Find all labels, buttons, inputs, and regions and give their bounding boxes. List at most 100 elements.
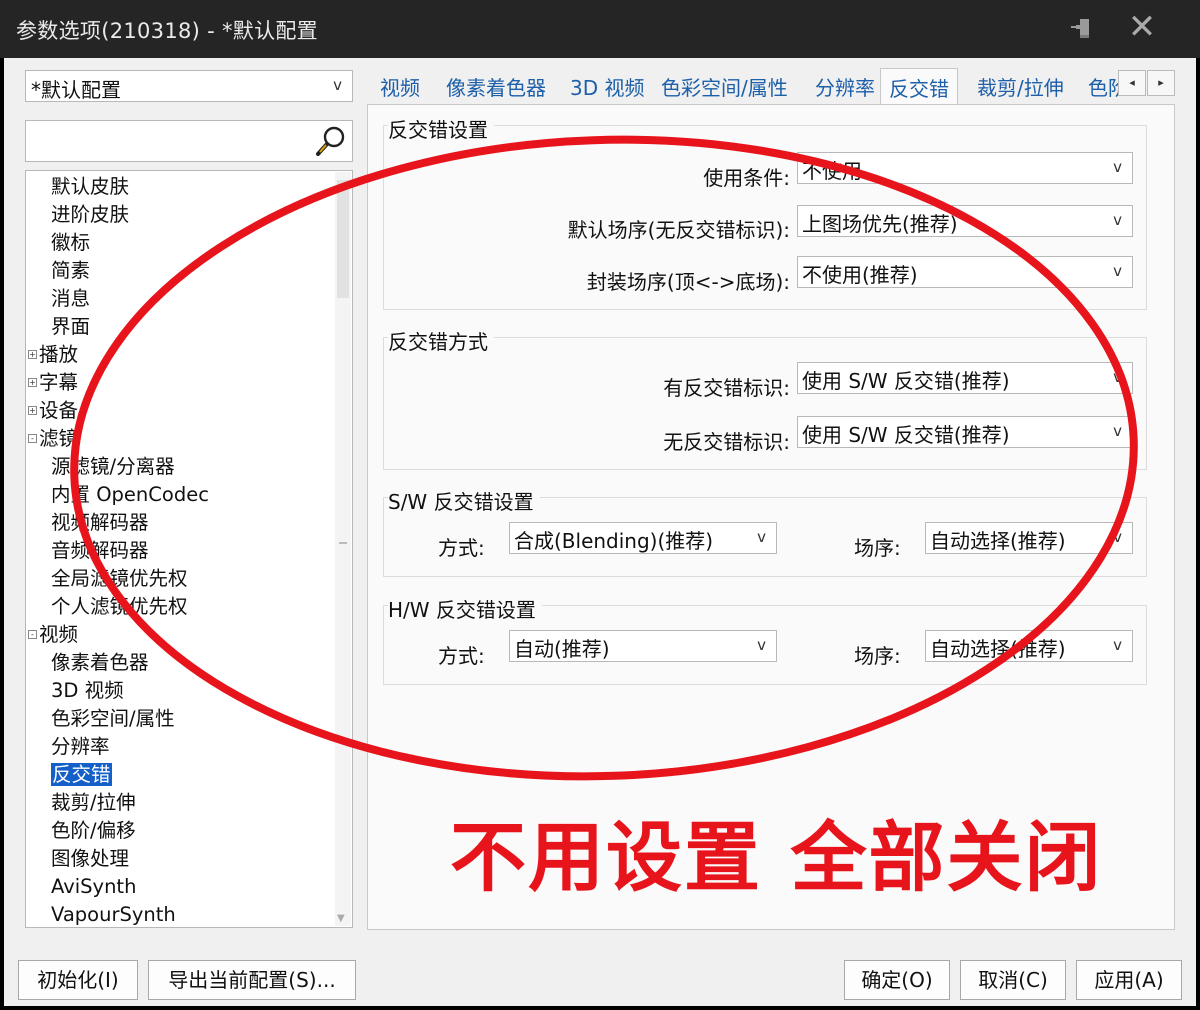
ok-button[interactable]: 确定(O)	[844, 960, 950, 1000]
tree-item[interactable]: 像素着色器	[51, 649, 149, 677]
tree-item-label: 反交错	[51, 763, 112, 786]
scrollbar-grip	[339, 542, 347, 544]
chevron-down-icon: v	[1113, 368, 1122, 386]
tree-item-label: 全局滤镜优先权	[51, 567, 188, 590]
tree-item-label: 裁剪/拉伸	[51, 791, 136, 814]
search-icon[interactable]	[314, 124, 348, 158]
use-condition-label: 使用条件:	[703, 166, 790, 190]
group-title: S/W 反交错设置	[388, 486, 540, 515]
tree-item[interactable]: + 播放	[28, 341, 78, 369]
collapse-icon[interactable]: -	[28, 630, 37, 639]
tree-item[interactable]: 进阶皮肤	[51, 201, 129, 229]
expand-icon[interactable]: +	[28, 406, 37, 415]
tree-item[interactable]: 音频解码器	[51, 537, 149, 565]
tree-item-label: 简素	[51, 259, 91, 282]
tab-7[interactable]: 色阶/偏移	[1088, 72, 1118, 101]
tree-item[interactable]: 消息	[51, 285, 90, 313]
tree-scrollbar[interactable]: ▼	[335, 172, 351, 926]
tree-item-label: 个人滤镜优先权	[51, 595, 188, 618]
use-condition-select[interactable]: 不使用 v	[797, 152, 1133, 184]
tree-item[interactable]: 图像处理	[51, 845, 129, 873]
tab-3[interactable]: 色彩空间/属性	[661, 72, 788, 101]
tree-item[interactable]: 界面	[51, 313, 90, 341]
tree-item-label: 色彩空间/属性	[51, 707, 175, 730]
tree-item-label: 3D 视频	[51, 679, 124, 702]
tree-item[interactable]: + 字幕	[28, 369, 78, 397]
tree-item-label: 消息	[51, 287, 91, 310]
chevron-down-icon: v	[1113, 211, 1122, 229]
scrollbar-thumb[interactable]	[337, 180, 349, 298]
chevron-down-icon: v	[333, 76, 342, 94]
close-icon[interactable]: ✕	[1126, 10, 1158, 44]
init-button[interactable]: 初始化(I)	[18, 960, 138, 1000]
deint-settings-group: 反交错设置 使用条件: 不使用 v 默认场序(无反交错标识): 上图场优先(推荐…	[383, 114, 1147, 310]
tab-2[interactable]: 3D 视频	[570, 72, 644, 101]
tab-4[interactable]: 分辨率	[815, 72, 875, 101]
without-flag-select[interactable]: 使用 S/W 反交错(推荐) v	[797, 416, 1133, 448]
default-field-label: 默认场序(无反交错标识):	[567, 218, 790, 242]
tree-item[interactable]: 3D 视频	[51, 677, 124, 705]
profile-select[interactable]: *默认配置 v	[25, 70, 353, 102]
tree-item[interactable]: - 滤镜	[28, 425, 78, 453]
tab-1[interactable]: 像素着色器	[446, 72, 546, 101]
apply-button[interactable]: 应用(A)	[1076, 960, 1182, 1000]
tree-item[interactable]: 视频解码器	[51, 509, 149, 537]
encode-field-select[interactable]: 不使用(推荐) v	[797, 256, 1133, 288]
with-flag-select[interactable]: 使用 S/W 反交错(推荐) v	[797, 362, 1133, 394]
select-value: 上图场优先(推荐)	[802, 212, 958, 236]
tab-scroll-left-icon[interactable]: ◂	[1118, 70, 1146, 96]
tree-item-label: AviSynth	[51, 875, 137, 898]
tree-item[interactable]: 默认皮肤	[51, 173, 129, 201]
hw-field-label: 场序:	[854, 644, 901, 668]
tree-item[interactable]: AviSynth	[51, 873, 136, 901]
chevron-down-icon: v	[1113, 636, 1122, 654]
sw-method-label: 方式:	[438, 536, 485, 560]
tree-item[interactable]: 内置 OpenCodec	[51, 481, 209, 509]
tree-item[interactable]: - 视频	[28, 621, 78, 649]
select-value: 使用 S/W 反交错(推荐)	[802, 423, 1010, 447]
tree-item-label: 源滤镜/分离器	[51, 455, 175, 478]
annotation-text: 不用设置 全部关闭	[450, 813, 1103, 902]
tab-5[interactable]: 反交错	[880, 68, 958, 104]
hw-field-select[interactable]: 自动选择(推荐) v	[925, 630, 1133, 662]
tree-item[interactable]: VapourSynth	[51, 901, 176, 927]
tree-item[interactable]: 分辨率	[51, 733, 110, 761]
tree-item[interactable]: + 设备	[28, 397, 78, 425]
collapse-icon[interactable]: -	[28, 434, 37, 443]
tree-item[interactable]: 全局滤镜优先权	[51, 565, 188, 593]
sw-method-select[interactable]: 合成(Blending)(推荐) v	[509, 522, 777, 554]
tree-item[interactable]: 简素	[51, 257, 90, 285]
tree-item[interactable]: 裁剪/拉伸	[51, 789, 136, 817]
tree-item-label: 色阶/偏移	[51, 819, 136, 842]
scroll-down-icon[interactable]: ▼	[337, 913, 345, 924]
tab-6[interactable]: 裁剪/拉伸	[977, 72, 1064, 101]
export-button[interactable]: 导出当前配置(S)...	[148, 960, 356, 1000]
cancel-button[interactable]: 取消(C)	[960, 960, 1066, 1000]
default-field-select[interactable]: 上图场优先(推荐) v	[797, 205, 1133, 237]
tab-scroll-buttons: ◂ ▸	[1118, 70, 1176, 96]
tree-item-label: 音频解码器	[51, 539, 149, 562]
select-value: 合成(Blending)(推荐)	[514, 529, 714, 553]
tree-item[interactable]: 徽标	[51, 229, 90, 257]
window-title: 参数选项(210318) - *默认配置	[16, 19, 318, 43]
tree-item[interactable]: 色阶/偏移	[51, 817, 136, 845]
tree-item[interactable]: 色彩空间/属性	[51, 705, 175, 733]
without-flag-label: 无反交错标识:	[663, 430, 790, 454]
tab-0[interactable]: 视频	[380, 72, 420, 101]
chevron-down-icon: v	[757, 528, 766, 546]
sw-field-select[interactable]: 自动选择(推荐) v	[925, 522, 1133, 554]
profile-value: *默认配置	[31, 78, 121, 102]
chevron-down-icon: v	[757, 636, 766, 654]
expand-icon[interactable]: +	[28, 350, 37, 359]
settings-tree[interactable]: VapourSynth AviSynth 图像处理 色阶/偏移 裁剪/拉伸 反交错 分辨率 色…	[25, 170, 353, 928]
tab-scroll-right-icon[interactable]: ▸	[1147, 70, 1175, 96]
expand-icon[interactable]: +	[28, 378, 37, 387]
search-input[interactable]	[25, 120, 353, 162]
hw-settings-group: H/W 反交错设置 方式: 自动(推荐) v 场序: 自动选择(推荐) v	[383, 594, 1147, 685]
pin-icon[interactable]	[1068, 14, 1098, 44]
tree-item[interactable]: 个人滤镜优先权	[51, 593, 188, 621]
hw-method-select[interactable]: 自动(推荐) v	[509, 630, 777, 662]
tree-item-label: 默认皮肤	[51, 175, 130, 198]
tree-item[interactable]: 反交错	[51, 761, 112, 789]
tree-item[interactable]: 源滤镜/分离器	[51, 453, 175, 481]
